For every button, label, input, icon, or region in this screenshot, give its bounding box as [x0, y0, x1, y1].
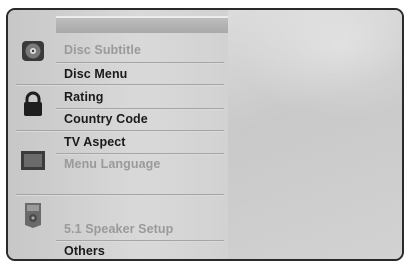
- menu-item-menu-language[interactable]: Menu Language: [64, 157, 160, 171]
- menu-item-others[interactable]: Others: [64, 244, 105, 258]
- separator: [16, 130, 224, 132]
- separator: [16, 194, 224, 196]
- menu-header-bar: [56, 18, 228, 33]
- panel-glow: [233, 10, 402, 120]
- speaker-icon[interactable]: [18, 202, 48, 228]
- setup-menu: Disc Subtitle Disc Menu Rating Country C…: [8, 10, 228, 259]
- menu-item-disc-menu[interactable]: Disc Menu: [64, 67, 127, 81]
- menu-item-disc-subtitle[interactable]: Disc Subtitle: [64, 43, 141, 57]
- separator: [56, 153, 224, 155]
- disc-icon[interactable]: [18, 38, 48, 64]
- separator: [56, 62, 224, 64]
- lock-icon[interactable]: [18, 91, 48, 117]
- menu-item-speaker-setup[interactable]: 5.1 Speaker Setup: [64, 222, 173, 236]
- separator: [56, 240, 224, 242]
- menu-item-tv-aspect[interactable]: TV Aspect: [64, 135, 126, 149]
- tv-icon[interactable]: [18, 148, 48, 174]
- separator: [16, 84, 224, 86]
- menu-item-country-code[interactable]: Country Code: [64, 112, 148, 126]
- osd-screen: Disc Subtitle Disc Menu Rating Country C…: [6, 8, 404, 261]
- menu-item-rating[interactable]: Rating: [64, 90, 104, 104]
- separator: [56, 108, 224, 110]
